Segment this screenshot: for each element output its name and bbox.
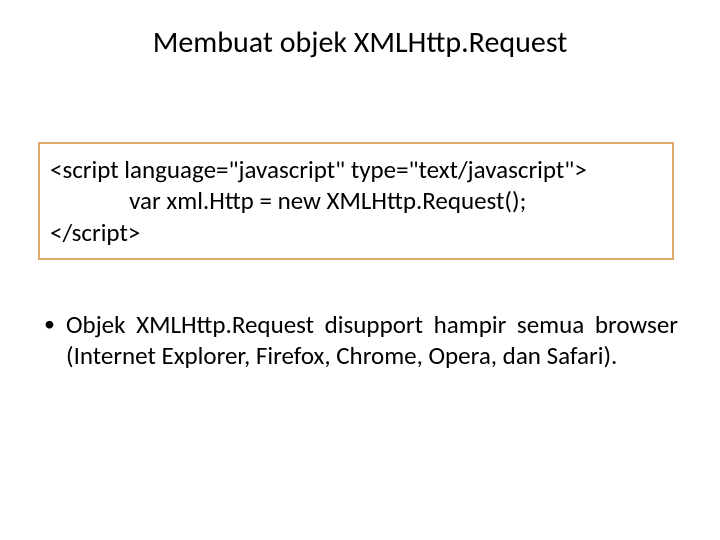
code-line-3: </script> — [50, 217, 662, 248]
code-box: <script language="javascript" type="text… — [38, 142, 674, 260]
bullet-block: • Objek XMLHttp.Request disupport hampir… — [44, 310, 678, 371]
bullet-item: • Objek XMLHttp.Request disupport hampir… — [44, 310, 678, 371]
bullet-marker: • — [44, 310, 66, 339]
slide: Membuat objek XMLHttp.Request <script la… — [0, 0, 720, 540]
bullet-text: Objek XMLHttp.Request disupport hampir s… — [66, 310, 678, 371]
code-line-1: <script language="javascript" type="text… — [50, 154, 662, 185]
slide-title: Membuat objek XMLHttp.Request — [0, 24, 720, 61]
code-line-2: var xml.Http = new XMLHttp.Request(); — [50, 185, 662, 216]
